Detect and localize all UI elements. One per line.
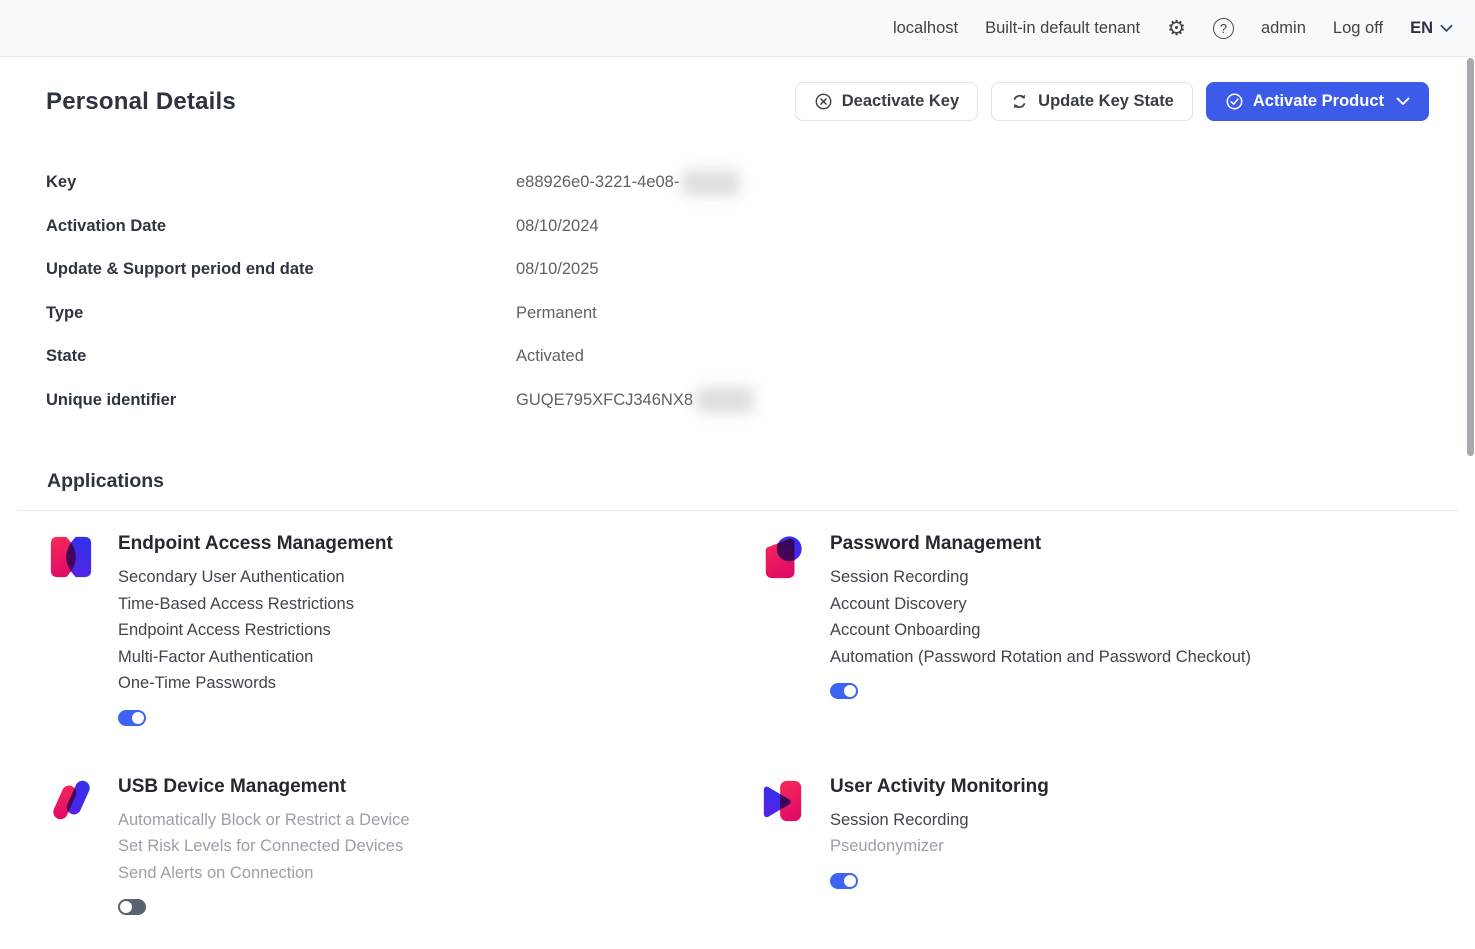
feature-item: Session Recording <box>830 807 1049 834</box>
detail-row-support-end-date: Update & Support period end date 08/10/2… <box>46 248 1429 292</box>
feature-item: Automatically Block or Restrict a Device <box>118 807 410 834</box>
topbar: localhost Built-in default tenant ⚙ ? ad… <box>0 0 1475 57</box>
password-management-toggle[interactable] <box>830 683 858 699</box>
check-circle-icon <box>1225 92 1244 111</box>
detail-row-state: State Activated <box>46 335 1429 379</box>
redacted-blur <box>696 387 754 413</box>
deactivate-key-label: Deactivate Key <box>842 92 959 111</box>
refresh-icon <box>1010 92 1029 111</box>
user-activity-monitoring-logo-icon <box>760 776 806 824</box>
update-key-state-button[interactable]: Update Key State <box>991 82 1193 121</box>
feature-item: One-Time Passwords <box>118 670 393 697</box>
feature-item: Account Discovery <box>830 591 1251 618</box>
help-icon[interactable]: ? <box>1213 18 1234 39</box>
license-details: Key e88926e0-3221-4e08- Activation Date … <box>0 161 1475 422</box>
deactivate-key-button[interactable]: Deactivate Key <box>795 82 978 121</box>
chevron-down-icon <box>1396 97 1410 106</box>
activate-product-button[interactable]: Activate Product <box>1206 82 1429 121</box>
type-value: Permanent <box>516 304 597 323</box>
app-title: Password Management <box>830 533 1251 555</box>
settings-gear-icon[interactable]: ⚙ <box>1167 18 1186 39</box>
feature-item: Secondary User Authentication <box>118 564 393 591</box>
user-label: admin <box>1261 19 1306 38</box>
detail-label: Update & Support period end date <box>46 260 516 279</box>
page-header: Personal Details Deactivate Key Update K… <box>0 82 1475 121</box>
feature-item: Endpoint Access Restrictions <box>118 617 393 644</box>
feature-item: Automation (Password Rotation and Passwo… <box>830 644 1251 671</box>
language-selector[interactable]: EN <box>1410 19 1453 38</box>
update-key-state-label: Update Key State <box>1038 92 1174 111</box>
detail-label: Type <box>46 304 516 323</box>
log-off-link[interactable]: Log off <box>1333 19 1383 38</box>
redacted-blur <box>682 170 740 196</box>
feature-item: Pseudonymizer <box>830 833 1049 860</box>
activate-product-label: Activate Product <box>1253 92 1384 111</box>
app-card-password-management: Password Management Session Recording Ac… <box>760 533 1445 726</box>
scrollbar-thumb[interactable] <box>1467 58 1474 456</box>
toggle-knob <box>132 712 144 724</box>
app-title: User Activity Monitoring <box>830 776 1049 798</box>
feature-item: Account Onboarding <box>830 617 1251 644</box>
detail-label: Key <box>46 173 516 192</box>
chevron-down-icon <box>1440 24 1453 33</box>
feature-item: Set Risk Levels for Connected Devices <box>118 833 410 860</box>
applications-grid: Endpoint Access Management Secondary Use… <box>0 511 1475 915</box>
app-card-usb-device-management: USB Device Management Automatically Bloc… <box>48 776 760 916</box>
toggle-knob <box>844 875 856 887</box>
feature-item: Session Recording <box>830 564 1251 591</box>
detail-row-activation-date: Activation Date 08/10/2024 <box>46 205 1429 249</box>
detail-row-type: Type Permanent <box>46 292 1429 336</box>
cancel-circle-icon <box>814 92 833 111</box>
scrollbar-track <box>1466 57 1475 949</box>
unique-identifier-value: GUQE795XFCJ346NX8 <box>516 387 754 413</box>
app-card-endpoint-access-management: Endpoint Access Management Secondary Use… <box>48 533 760 726</box>
header-actions: Deactivate Key Update Key State Activate… <box>795 82 1429 121</box>
detail-row-key: Key e88926e0-3221-4e08- <box>46 161 1429 205</box>
support-end-date-value: 08/10/2025 <box>516 260 599 279</box>
state-value: Activated <box>516 347 584 366</box>
feature-item: Send Alerts on Connection <box>118 860 410 887</box>
usb-device-management-toggle[interactable] <box>118 899 146 915</box>
endpoint-access-management-toggle[interactable] <box>118 710 146 726</box>
applications-heading: Applications <box>0 470 1475 493</box>
feature-item: Time-Based Access Restrictions <box>118 591 393 618</box>
key-value: e88926e0-3221-4e08- <box>516 170 740 196</box>
password-management-logo-icon <box>760 533 806 581</box>
language-label: EN <box>1410 19 1433 38</box>
host-label: localhost <box>893 19 958 38</box>
usb-device-management-logo-icon <box>48 776 94 824</box>
activation-date-value: 08/10/2024 <box>516 217 599 236</box>
app-title: USB Device Management <box>118 776 410 798</box>
user-activity-monitoring-toggle[interactable] <box>830 873 858 889</box>
tenant-label: Built-in default tenant <box>985 19 1140 38</box>
detail-label: State <box>46 347 516 366</box>
detail-label: Activation Date <box>46 217 516 236</box>
app-card-user-activity-monitoring: User Activity Monitoring Session Recordi… <box>760 776 1445 916</box>
app-title: Endpoint Access Management <box>118 533 393 555</box>
detail-label: Unique identifier <box>46 391 516 410</box>
feature-item: Multi-Factor Authentication <box>118 644 393 671</box>
toggle-knob <box>844 685 856 697</box>
endpoint-access-management-logo-icon <box>48 533 94 581</box>
page-title: Personal Details <box>46 88 236 116</box>
toggle-knob <box>120 901 132 913</box>
detail-row-unique-identifier: Unique identifier GUQE795XFCJ346NX8 <box>46 379 1429 423</box>
